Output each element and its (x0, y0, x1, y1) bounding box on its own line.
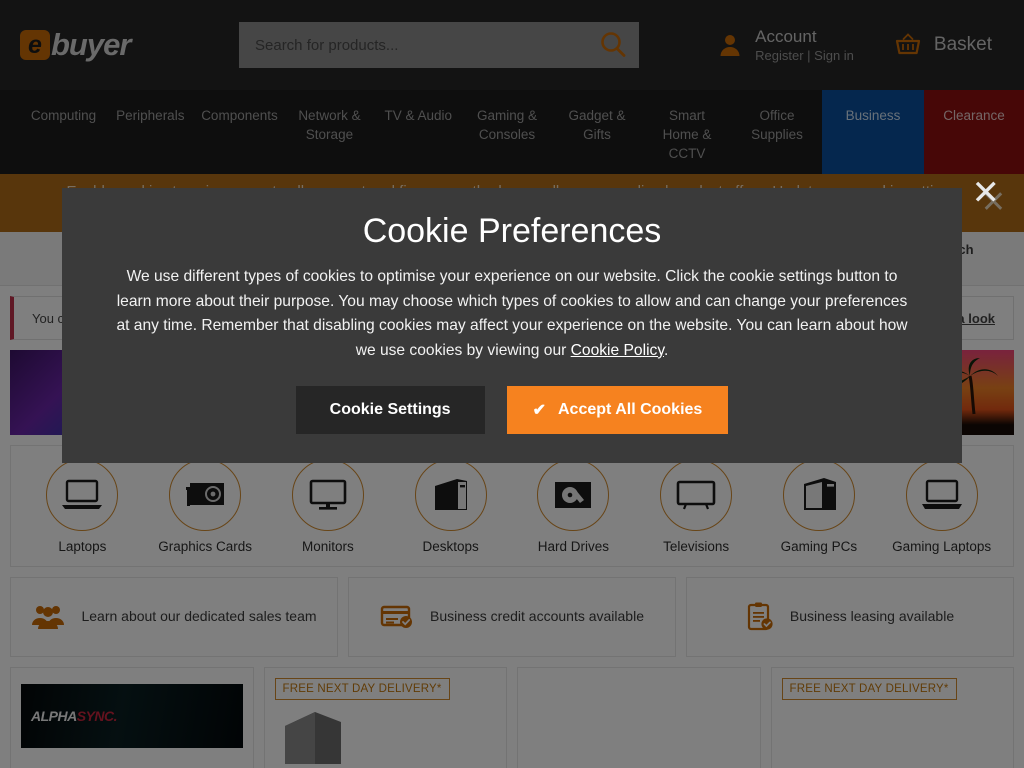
accept-all-cookies-button[interactable]: ✔ Accept All Cookies (506, 385, 729, 434)
cookie-preferences-modal: ✕ Cookie Preferences We use different ty… (62, 176, 1000, 463)
modal-title: Cookie Preferences (362, 212, 662, 250)
accept-all-label: Accept All Cookies (557, 400, 703, 418)
check-icon: ✔ (532, 401, 546, 419)
modal-body-paragraph: We use different types of cookies to opt… (116, 268, 908, 359)
page-root: e buyer A (0, 0, 1024, 768)
modal-body-text: We use different types of cookies to opt… (112, 265, 912, 364)
modal-body-period: . (663, 341, 669, 359)
modal-close-icon[interactable]: ✕ (972, 176, 1001, 210)
cookie-settings-button[interactable]: Cookie Settings (295, 385, 485, 434)
modal-actions: Cookie Settings ✔ Accept All Cookies (295, 385, 729, 434)
cookie-policy-link[interactable]: Cookie Policy (571, 342, 664, 359)
